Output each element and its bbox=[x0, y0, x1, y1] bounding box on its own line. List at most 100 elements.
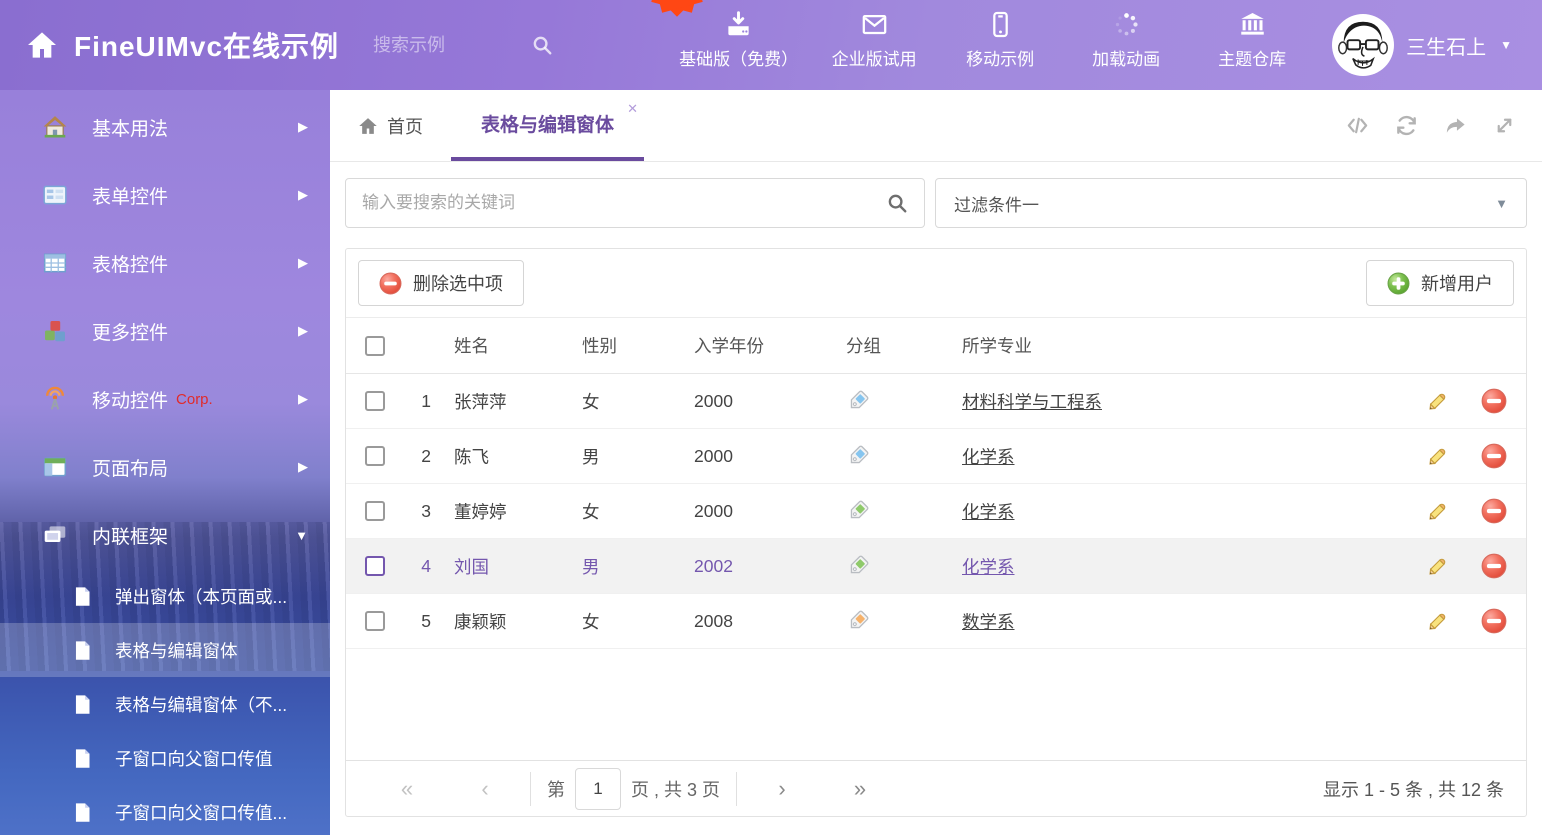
sidebar-subitem-child-to-parent[interactable]: 子窗口向父窗口传值 bbox=[0, 731, 330, 785]
row-checkbox[interactable] bbox=[365, 611, 385, 631]
expand-icon[interactable] bbox=[1493, 114, 1516, 137]
code-icon[interactable] bbox=[1346, 114, 1369, 137]
nav-item-basic-edition[interactable]: FREE! 基础版（免费） bbox=[679, 11, 798, 70]
sidebar-subitem-child-to-parent-alt[interactable]: 子窗口向父窗口传值... bbox=[0, 785, 330, 835]
tab-grid-edit-window[interactable]: 表格与编辑窗体 ✕ bbox=[451, 90, 644, 161]
last-page-icon[interactable]: » bbox=[821, 776, 899, 802]
tab-home[interactable]: 首页 bbox=[330, 90, 451, 161]
keyword-search-input[interactable] bbox=[362, 193, 886, 213]
row-name: 刘国 bbox=[444, 554, 572, 579]
minus-circle-icon bbox=[379, 272, 402, 295]
tag-icon[interactable] bbox=[846, 389, 870, 413]
header-search[interactable] bbox=[373, 34, 578, 56]
chevron-down-icon: ▼ bbox=[1500, 38, 1512, 52]
edit-icon[interactable] bbox=[1425, 443, 1451, 469]
sidebar-subitem-grid-edit-window[interactable]: 表格与编辑窗体 bbox=[0, 623, 330, 677]
app-title: FineUIMvc在线示例 bbox=[74, 25, 339, 65]
delete-selected-button[interactable]: 删除选中项 bbox=[358, 260, 524, 306]
cubes-icon bbox=[42, 318, 68, 344]
user-menu[interactable]: 三生石上 ▼ bbox=[1332, 14, 1542, 76]
sidebar-subitem-grid-edit-window-alt[interactable]: 表格与编辑窗体（不... bbox=[0, 677, 330, 731]
main-panel: 首页 表格与编辑窗体 ✕ 过滤条件一 ▼ bbox=[330, 90, 1542, 835]
nav-item-theme-repo[interactable]: 主题仓库 bbox=[1202, 11, 1302, 70]
nav-item-loading-animation[interactable]: 加载动画 bbox=[1076, 11, 1176, 70]
sidebar-item-form-controls[interactable]: 表单控件 ▶ bbox=[0, 161, 330, 229]
table-row[interactable]: 5 康颖颖 女 2008 数学系 bbox=[346, 594, 1526, 649]
table-row[interactable]: 2 陈飞 男 2000 化学系 bbox=[346, 429, 1526, 484]
row-gender: 男 bbox=[572, 554, 684, 579]
free-badge: FREE! bbox=[647, 0, 707, 17]
sidebar-item-page-layout[interactable]: 页面布局 ▶ bbox=[0, 433, 330, 501]
share-icon[interactable] bbox=[1444, 114, 1467, 137]
delete-icon[interactable] bbox=[1481, 498, 1507, 524]
row-index: 4 bbox=[404, 556, 444, 577]
chevron-down-icon: ▼ bbox=[1495, 196, 1508, 211]
header-search-input[interactable] bbox=[373, 35, 523, 56]
page-number-input[interactable] bbox=[575, 768, 621, 810]
row-checkbox[interactable] bbox=[365, 556, 385, 576]
table-icon bbox=[42, 250, 68, 276]
major-link[interactable]: 化学系 bbox=[962, 557, 1015, 577]
col-year: 入学年份 bbox=[684, 333, 836, 358]
page-icon bbox=[72, 694, 93, 715]
sidebar-item-more-controls[interactable]: 更多控件 ▶ bbox=[0, 297, 330, 365]
grid-toolbar: 删除选中项 新增用户 bbox=[346, 249, 1526, 317]
first-page-icon[interactable]: « bbox=[368, 776, 446, 802]
col-gender: 性别 bbox=[572, 333, 684, 358]
nav-item-mobile-demo[interactable]: 移动示例 bbox=[950, 11, 1050, 70]
row-year: 2002 bbox=[684, 556, 836, 577]
col-group: 分组 bbox=[836, 333, 952, 358]
edit-icon[interactable] bbox=[1425, 553, 1451, 579]
edit-icon[interactable] bbox=[1425, 608, 1451, 634]
tag-icon[interactable] bbox=[846, 609, 870, 633]
tag-icon[interactable] bbox=[846, 444, 870, 468]
table-row-selected[interactable]: 4 刘国 男 2002 化学系 bbox=[346, 539, 1526, 594]
tag-icon[interactable] bbox=[846, 499, 870, 523]
table-row[interactable]: 3 董婷婷 女 2000 化学系 bbox=[346, 484, 1526, 539]
row-gender: 女 bbox=[572, 609, 684, 634]
delete-icon[interactable] bbox=[1481, 443, 1507, 469]
search-icon[interactable] bbox=[886, 192, 908, 214]
major-link[interactable]: 化学系 bbox=[962, 502, 1015, 522]
prev-page-icon[interactable]: ‹ bbox=[446, 776, 524, 802]
edit-icon[interactable] bbox=[1425, 498, 1451, 524]
row-checkbox[interactable] bbox=[365, 446, 385, 466]
brand[interactable]: FineUIMvc在线示例 bbox=[0, 25, 339, 65]
chevron-down-icon: ▼ bbox=[295, 528, 308, 543]
page-suffix: 页 , 共 3 页 bbox=[631, 776, 720, 802]
add-user-button[interactable]: 新增用户 bbox=[1366, 260, 1514, 306]
major-link[interactable]: 化学系 bbox=[962, 447, 1015, 467]
row-checkbox[interactable] bbox=[365, 501, 385, 521]
sidebar-item-iframe[interactable]: 内联框架 ▼ bbox=[0, 501, 330, 569]
next-page-icon[interactable]: › bbox=[743, 776, 821, 802]
select-all-checkbox[interactable] bbox=[365, 336, 385, 356]
col-name: 姓名 bbox=[444, 333, 572, 358]
sidebar-subitem-popup-window[interactable]: 弹出窗体（本页面或... bbox=[0, 569, 330, 623]
row-index: 5 bbox=[404, 611, 444, 632]
delete-icon[interactable] bbox=[1481, 553, 1507, 579]
row-gender: 女 bbox=[572, 389, 684, 414]
pagination-bar: « ‹ 第 页 , 共 3 页 › » 显示 1 - 5 条 , 共 12 条 bbox=[346, 760, 1526, 816]
delete-icon[interactable] bbox=[1481, 608, 1507, 634]
filter-dropdown[interactable]: 过滤条件一 ▼ bbox=[935, 178, 1527, 228]
major-link[interactable]: 材料科学与工程系 bbox=[962, 392, 1102, 412]
search-icon[interactable] bbox=[531, 34, 553, 56]
table-row[interactable]: 1 张萍萍 女 2000 材料科学与工程系 bbox=[346, 374, 1526, 429]
layout-icon bbox=[42, 454, 68, 480]
sidebar-item-basic-usage[interactable]: 基本用法 ▶ bbox=[0, 93, 330, 161]
delete-icon[interactable] bbox=[1481, 388, 1507, 414]
page-content: 过滤条件一 ▼ 删除选中项 新增用户 bbox=[330, 162, 1542, 817]
tag-icon[interactable] bbox=[846, 554, 870, 578]
close-icon[interactable]: ✕ bbox=[627, 101, 638, 117]
edit-icon[interactable] bbox=[1425, 388, 1451, 414]
sidebar: 基本用法 ▶ 表单控件 ▶ 表格控件 ▶ 更多控件 ▶ 移动控件 Cor bbox=[0, 90, 330, 835]
download-icon bbox=[725, 11, 752, 38]
header-nav: FREE! 基础版（免费） 企业版试用 移动示例 加载动画 主题仓库 bbox=[679, 11, 1302, 80]
chevron-right-icon: ▶ bbox=[298, 323, 308, 339]
refresh-icon[interactable] bbox=[1395, 114, 1418, 137]
major-link[interactable]: 数学系 bbox=[962, 612, 1015, 632]
sidebar-item-mobile-controls[interactable]: 移动控件 Corp. ▶ bbox=[0, 365, 330, 433]
row-checkbox[interactable] bbox=[365, 391, 385, 411]
sidebar-item-grid-controls[interactable]: 表格控件 ▶ bbox=[0, 229, 330, 297]
nav-item-enterprise-trial[interactable]: 企业版试用 bbox=[824, 11, 924, 70]
